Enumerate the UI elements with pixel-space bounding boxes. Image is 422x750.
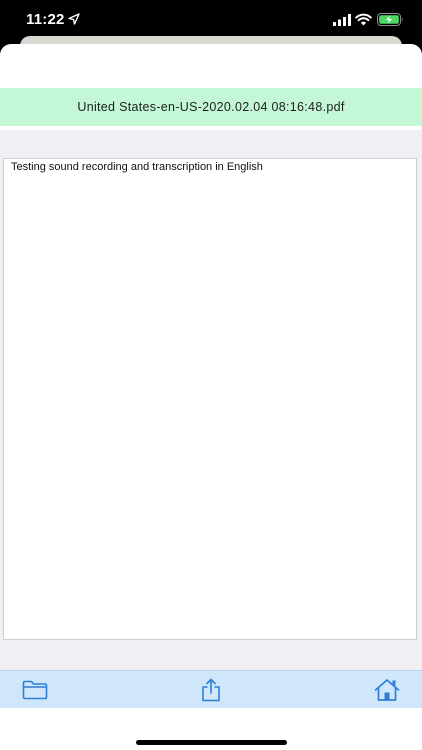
battery-charging-icon <box>377 13 403 26</box>
document-sheet: United States-en-US-2020.02.04 08:16:48.… <box>0 44 422 750</box>
content-area: Testing sound recording and transcriptio… <box>0 130 422 670</box>
cellular-signal-icon <box>333 14 351 26</box>
status-bar: 11:22 <box>0 0 422 40</box>
home-icon <box>374 679 400 701</box>
file-name-bar: United States-en-US-2020.02.04 08:16:48.… <box>0 88 422 126</box>
transcript-text-area[interactable]: Testing sound recording and transcriptio… <box>3 158 417 640</box>
status-time: 11:22 <box>26 11 65 28</box>
folder-icon <box>22 680 48 700</box>
file-name: United States-en-US-2020.02.04 08:16:48.… <box>77 100 345 114</box>
bottom-toolbar <box>0 670 422 708</box>
home-indicator[interactable] <box>136 740 287 745</box>
share-icon <box>202 678 220 702</box>
folder-button[interactable] <box>21 677 49 703</box>
share-button[interactable] <box>197 677 225 703</box>
home-button[interactable] <box>373 677 401 703</box>
transcript-text: Testing sound recording and transcriptio… <box>11 161 263 173</box>
wifi-icon <box>355 13 372 26</box>
location-arrow-icon <box>68 13 80 25</box>
